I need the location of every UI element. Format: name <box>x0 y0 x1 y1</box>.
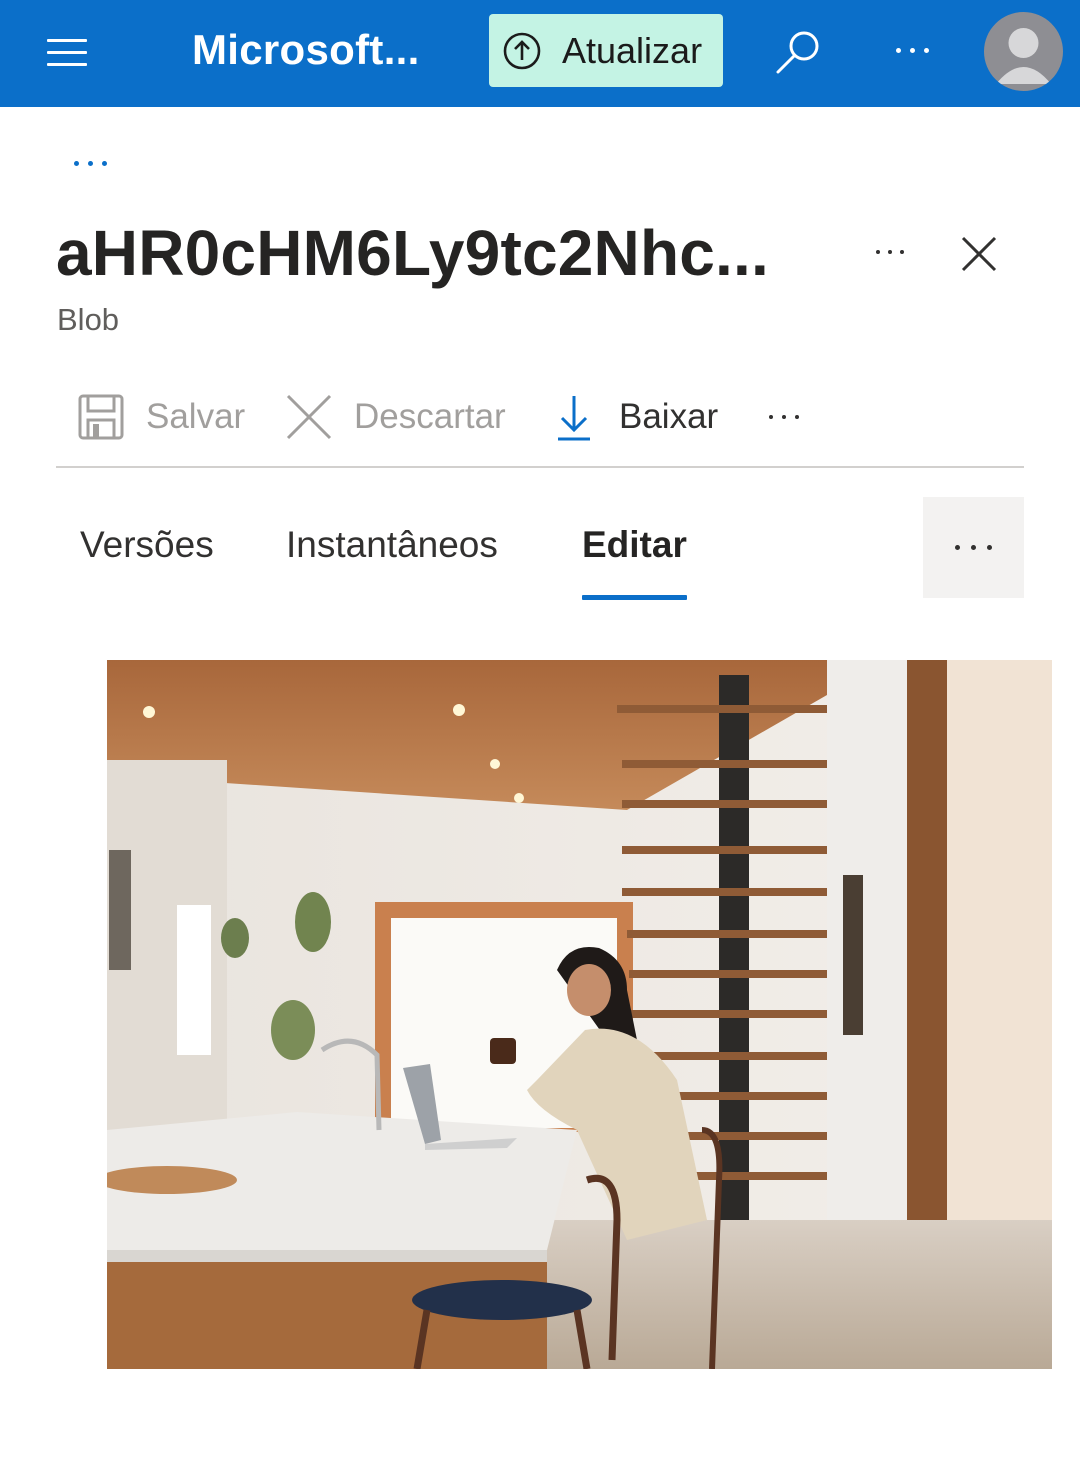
title-more-icon[interactable] <box>862 232 918 272</box>
download-icon <box>549 392 599 442</box>
discard-button-label: Descartar <box>354 397 506 436</box>
image-preview <box>107 660 1052 1369</box>
discard-icon <box>284 392 334 442</box>
discard-button[interactable]: Descartar <box>284 378 506 456</box>
more-horizontal-icon[interactable] <box>880 30 944 70</box>
hamburger-menu-icon[interactable] <box>30 24 104 80</box>
commands-more-icon[interactable] <box>756 378 812 456</box>
user-avatar-icon[interactable] <box>984 12 1063 91</box>
tabs-more-icon[interactable] <box>923 497 1024 598</box>
close-icon[interactable] <box>953 228 1005 280</box>
page-subtitle: Blob <box>57 302 120 337</box>
download-button-label: Baixar <box>619 397 719 436</box>
breadcrumb-more-icon[interactable] <box>62 145 126 181</box>
save-button[interactable]: Salvar <box>76 378 245 456</box>
tab-versions[interactable]: Versões <box>80 524 214 600</box>
command-bar: Salvar Descartar Baixar <box>56 378 1024 468</box>
arrow-up-circle-icon <box>503 32 541 69</box>
download-button[interactable]: Baixar <box>549 378 718 456</box>
search-icon[interactable] <box>768 22 828 82</box>
tab-snapshots[interactable]: Instantâneos <box>286 524 498 600</box>
tab-edit-label: Editar <box>582 524 687 565</box>
app-title[interactable]: Microsoft... <box>192 26 420 74</box>
save-icon <box>76 392 126 442</box>
save-button-label: Salvar <box>146 397 246 436</box>
active-tab-indicator <box>582 595 687 600</box>
top-app-bar: Microsoft... Atualizar <box>0 0 1080 107</box>
update-button[interactable]: Atualizar <box>489 14 723 87</box>
update-button-label: Atualizar <box>562 29 703 71</box>
page-title: aHR0cHM6Ly9tc2Nhc... <box>56 217 769 289</box>
tab-edit[interactable]: Editar <box>582 524 687 600</box>
